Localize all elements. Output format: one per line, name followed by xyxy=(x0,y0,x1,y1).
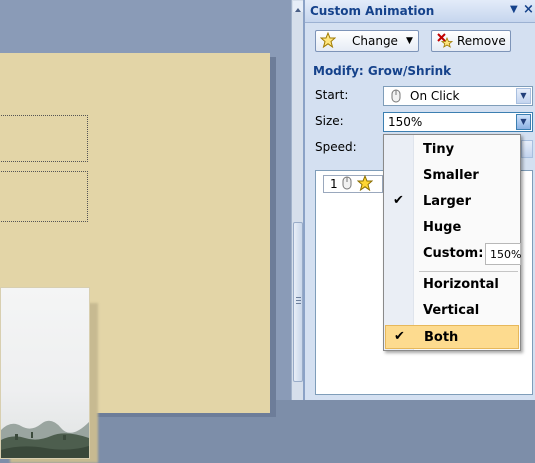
remove-button[interactable]: Remove xyxy=(431,30,511,52)
menu-item-label: Tiny xyxy=(423,142,455,157)
grip-line xyxy=(296,300,301,301)
custom-size-value: 150% xyxy=(490,248,522,261)
remove-effect-icon xyxy=(436,32,454,52)
start-value: On Click xyxy=(410,89,460,103)
change-button[interactable]: Change ▼ xyxy=(315,30,419,52)
subtitle-placeholder[interactable] xyxy=(0,171,88,222)
menu-item-label: Huge xyxy=(423,220,462,235)
change-button-label: Change xyxy=(352,34,398,48)
start-select[interactable]: On Click ▼ xyxy=(383,86,533,106)
menu-item-both[interactable]: ✔ Both xyxy=(385,325,519,349)
menu-item-label: Horizontal xyxy=(423,277,499,292)
pane-title: Custom Animation xyxy=(310,4,435,18)
menu-item-smaller[interactable]: Smaller xyxy=(385,164,519,188)
scroll-up-button[interactable] xyxy=(293,1,303,12)
scroll-up-icon xyxy=(295,8,301,12)
start-label: Start: xyxy=(315,88,349,102)
star-icon xyxy=(319,31,337,52)
menu-item-huge[interactable]: Huge xyxy=(385,216,519,240)
title-placeholder[interactable] xyxy=(0,115,88,162)
list-item[interactable]: 1 xyxy=(323,174,383,195)
size-label: Size: xyxy=(315,114,344,128)
menu-item-label: Both xyxy=(424,330,459,345)
menu-item-larger[interactable]: ✔ Larger xyxy=(385,190,519,214)
menu-item-label: Larger xyxy=(423,194,472,209)
landscape-image xyxy=(1,420,89,458)
slide-editing-area xyxy=(0,0,291,463)
chevron-down-icon[interactable]: ▼ xyxy=(516,114,531,130)
star-icon xyxy=(356,174,374,195)
speed-dropdown-button[interactable] xyxy=(521,140,533,158)
grip-line xyxy=(296,303,301,304)
mouse-icon xyxy=(342,176,352,193)
scroll-thumb[interactable] xyxy=(293,222,303,382)
menu-item-label: Vertical xyxy=(423,303,480,318)
size-dropdown-menu: Tiny Smaller ✔ Larger Huge Custom: 150% … xyxy=(383,134,521,351)
custom-size-input[interactable]: 150% xyxy=(485,243,521,265)
close-icon[interactable]: × xyxy=(523,2,534,17)
item-number: 1 xyxy=(330,177,338,191)
menu-item-vertical[interactable]: Vertical xyxy=(385,299,519,323)
slide-picture[interactable] xyxy=(0,287,90,459)
pane-options-icon[interactable]: ▼ xyxy=(510,4,518,15)
pane-header: Custom Animation ▼ × xyxy=(305,0,535,23)
remove-button-label: Remove xyxy=(457,34,506,48)
menu-item-label: Custom: xyxy=(423,246,484,261)
menu-separator xyxy=(419,271,518,272)
chevron-down-icon: ▼ xyxy=(406,36,413,46)
menu-item-label: Smaller xyxy=(423,168,479,183)
grip-line xyxy=(296,297,301,298)
mouse-icon xyxy=(390,88,402,107)
slide-canvas[interactable] xyxy=(0,53,270,463)
menu-item-tiny[interactable]: Tiny xyxy=(385,138,519,162)
modify-effect-label: Modify: Grow/Shrink xyxy=(313,64,452,78)
chevron-down-icon[interactable]: ▼ xyxy=(516,88,531,104)
size-select[interactable]: 150% ▼ xyxy=(383,112,533,132)
speed-label: Speed: xyxy=(315,140,357,154)
size-value: 150% xyxy=(388,115,423,129)
menu-item-horizontal[interactable]: Horizontal xyxy=(385,273,519,297)
checkmark-icon: ✔ xyxy=(394,329,405,344)
checkmark-icon: ✔ xyxy=(393,193,404,208)
